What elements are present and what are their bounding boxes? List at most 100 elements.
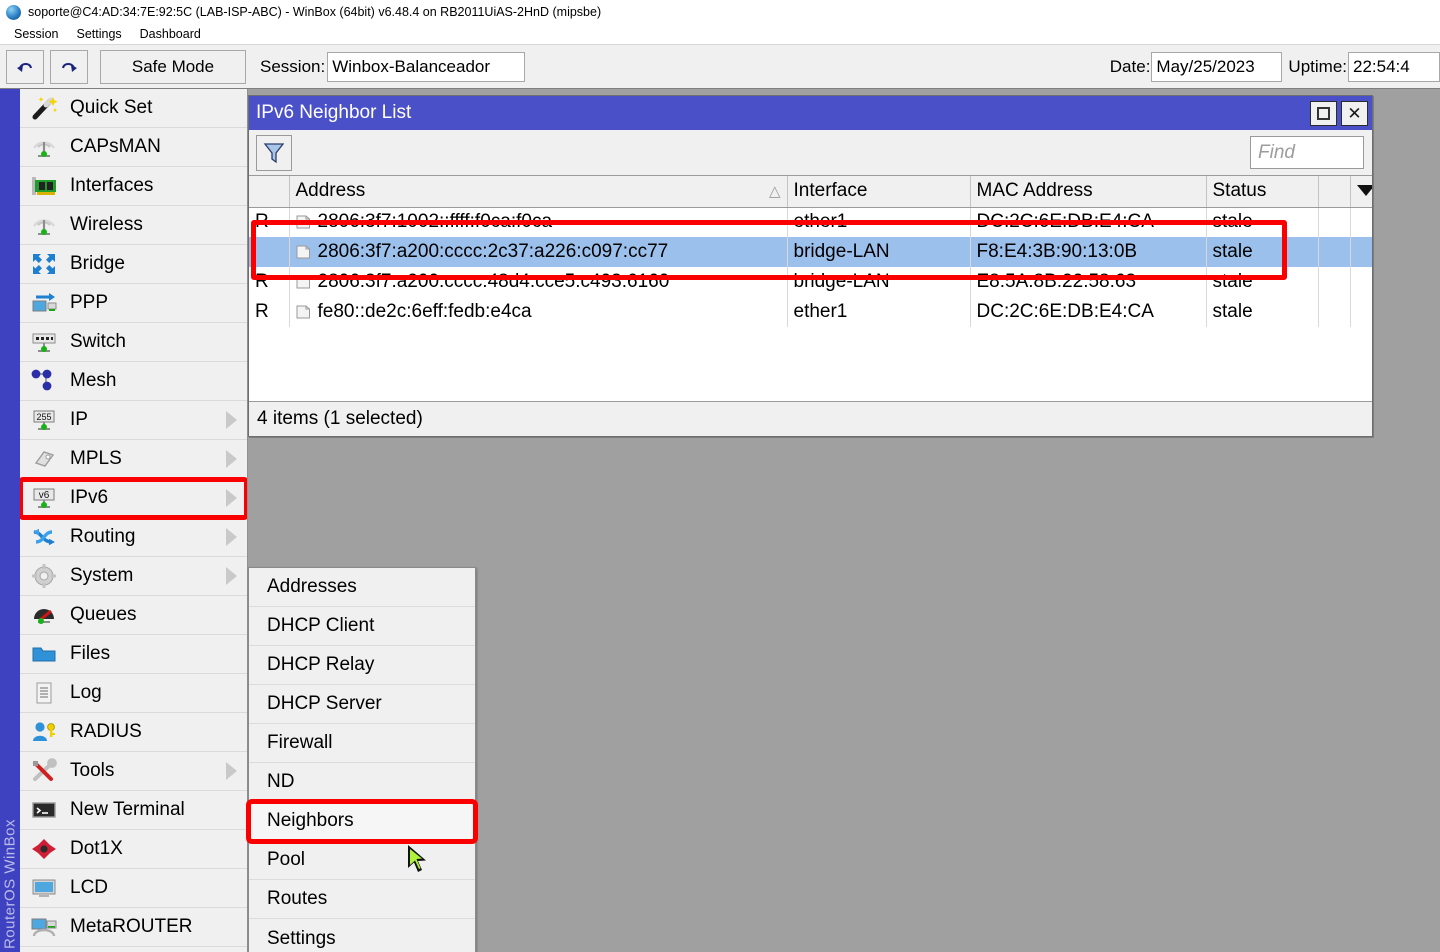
- table-row[interactable]: R 2806:3f7:a200:cccc:48d4:cce5:c493:6160…: [249, 267, 1372, 297]
- table-header: Address △ Interface MAC Address Status: [249, 176, 1372, 207]
- sidebar-label: Queues: [70, 604, 137, 626]
- entry-document-icon: [296, 245, 311, 259]
- find-input[interactable]: Find: [1250, 136, 1364, 169]
- magic-wand-icon: [28, 93, 60, 123]
- maximize-icon[interactable]: [1310, 101, 1337, 126]
- sidebar-label: IPv6: [70, 487, 108, 509]
- row-spacer: [1318, 237, 1350, 267]
- switch-icon: [28, 327, 60, 357]
- chevron-right-icon: [226, 450, 237, 468]
- sidebar-label: PPP: [70, 292, 108, 314]
- column-header-spacer: [1318, 176, 1350, 207]
- redo-arrow-icon[interactable]: [50, 50, 88, 84]
- network-card-icon: [28, 171, 60, 201]
- submenu-item-dhcp-relay[interactable]: DHCP Relay: [249, 646, 475, 685]
- row-address-text: 2806:3f7:a200:cccc:48d4:cce5:c493:6160: [318, 271, 670, 293]
- neighbor-table-container: Address △ Interface MAC Address Status: [249, 175, 1372, 401]
- dot1x-icon: [28, 834, 60, 864]
- column-header-address-label: Address: [296, 180, 366, 201]
- sidebar-label: Tools: [70, 760, 114, 782]
- row-interface: ether1: [787, 207, 970, 237]
- sidebar-label: Routing: [70, 526, 136, 548]
- menubar: Session Settings Dashboard: [0, 24, 1440, 44]
- close-icon[interactable]: ✕: [1341, 101, 1368, 126]
- sidebar-item-ip[interactable]: 255 IP: [20, 401, 247, 440]
- row-address: 2806:3f7:1002::ffff:f0ca:f0ca: [289, 207, 787, 237]
- sidebar-label: RADIUS: [70, 721, 142, 743]
- column-chooser-button[interactable]: [1350, 176, 1372, 207]
- gauge-icon: [28, 600, 60, 630]
- submenu-item-firewall[interactable]: Firewall: [249, 724, 475, 763]
- sidebar-item-radius[interactable]: RADIUS: [20, 713, 247, 752]
- chevron-right-icon: [226, 762, 237, 780]
- submenu-item-settings[interactable]: Settings: [249, 919, 475, 952]
- sidebar-item-quick-set[interactable]: Quick Set: [20, 89, 247, 128]
- column-header-mac-address[interactable]: MAC Address: [970, 176, 1206, 207]
- row-status: stale: [1206, 267, 1318, 297]
- menu-item-session[interactable]: Session: [5, 27, 67, 41]
- sidebar-item-wireless[interactable]: Wireless: [20, 206, 247, 245]
- sidebar-item-mpls[interactable]: MPLS: [20, 440, 247, 479]
- submenu-item-addresses[interactable]: Addresses: [249, 568, 475, 607]
- submenu-item-neighbors[interactable]: Neighbors: [249, 802, 475, 841]
- row-address-text: 2806:3f7:a200:cccc:2c37:a226:c097:cc77: [318, 241, 669, 263]
- column-header-interface[interactable]: Interface: [787, 176, 970, 207]
- row-mac: E8:5A:8B:22:58:63: [970, 267, 1206, 297]
- chevron-right-icon: [226, 567, 237, 585]
- row-spacer2: [1350, 267, 1372, 297]
- sidebar-item-queues[interactable]: Queues: [20, 596, 247, 635]
- table-row[interactable]: 2806:3f7:a200:cccc:2c37:a226:c097:cc77 b…: [249, 237, 1372, 267]
- sidebar-item-files[interactable]: Files: [20, 635, 247, 674]
- row-status: stale: [1206, 297, 1318, 327]
- sidebar-item-routing[interactable]: Routing: [20, 518, 247, 557]
- window-titlebar[interactable]: IPv6 Neighbor List ✕: [249, 96, 1372, 130]
- sidebar-label: Interfaces: [70, 175, 153, 197]
- sidebar-label: Log: [70, 682, 102, 704]
- mesh-nodes-icon: [28, 366, 60, 396]
- submenu-item-routes[interactable]: Routes: [249, 880, 475, 919]
- sidebar-item-dot1x[interactable]: Dot1X: [20, 830, 247, 869]
- app-title: soporte@C4:AD:34:7E:92:5C (LAB-ISP-ABC) …: [28, 5, 601, 19]
- submenu-item-pool[interactable]: Pool: [249, 841, 475, 880]
- undo-arrow-icon[interactable]: [6, 50, 44, 84]
- folder-icon: [28, 639, 60, 669]
- sidebar-item-bridge[interactable]: Bridge: [20, 245, 247, 284]
- filter-funnel-icon[interactable]: [256, 135, 292, 171]
- column-header-flag[interactable]: [249, 176, 289, 207]
- sort-ascending-icon: △: [769, 182, 781, 200]
- sidebar-item-log[interactable]: Log: [20, 674, 247, 713]
- sidebar-item-system[interactable]: System: [20, 557, 247, 596]
- sidebar-item-metarouter[interactable]: MetaROUTER: [20, 908, 247, 947]
- submenu-item-nd[interactable]: ND: [249, 763, 475, 802]
- safe-mode-button[interactable]: Safe Mode: [100, 50, 246, 84]
- entry-document-icon: [296, 275, 311, 289]
- table-row[interactable]: R 2806:3f7:1002::ffff:f0ca:f0ca ether1: [249, 207, 1372, 237]
- column-header-address[interactable]: Address △: [289, 176, 787, 207]
- sidebar-item-switch[interactable]: Switch: [20, 323, 247, 362]
- sidebar-item-ipv6[interactable]: v6 IPv6: [20, 479, 247, 518]
- sidebar-label: MPLS: [70, 448, 122, 470]
- sidebar-item-new-terminal[interactable]: New Terminal: [20, 791, 247, 830]
- sidebar-item-tools[interactable]: Tools: [20, 752, 247, 791]
- column-header-status[interactable]: Status: [1206, 176, 1318, 207]
- sidebar-label: Wireless: [70, 214, 143, 236]
- row-address-text: 2806:3f7:1002::ffff:f0ca:f0ca: [318, 211, 553, 233]
- sidebar-item-capsman[interactable]: CAPsMAN: [20, 128, 247, 167]
- session-input[interactable]: Winbox-Balanceador: [327, 52, 525, 82]
- menu-item-dashboard[interactable]: Dashboard: [131, 27, 210, 41]
- submenu-item-dhcp-client[interactable]: DHCP Client: [249, 607, 475, 646]
- menu-item-settings[interactable]: Settings: [67, 27, 130, 41]
- submenu-item-dhcp-server[interactable]: DHCP Server: [249, 685, 475, 724]
- table-row[interactable]: R fe80::de2c:6eff:fedb:e4ca ether1: [249, 297, 1372, 327]
- row-address-text: fe80::de2c:6eff:fedb:e4ca: [318, 301, 532, 323]
- sidebar-item-interfaces[interactable]: Interfaces: [20, 167, 247, 206]
- sidebar-item-ppp[interactable]: PPP: [20, 284, 247, 323]
- ppp-icon: [28, 288, 60, 318]
- sidebar-item-lcd[interactable]: LCD: [20, 869, 247, 908]
- column-header-interface-label: Interface: [794, 180, 868, 201]
- window-title: IPv6 Neighbor List: [256, 102, 1310, 124]
- row-flag: R: [249, 267, 289, 297]
- sidebar-item-mesh[interactable]: Mesh: [20, 362, 247, 401]
- window-toolbar: Find: [249, 130, 1372, 175]
- row-mac: F8:E4:3B:90:13:0B: [970, 237, 1206, 267]
